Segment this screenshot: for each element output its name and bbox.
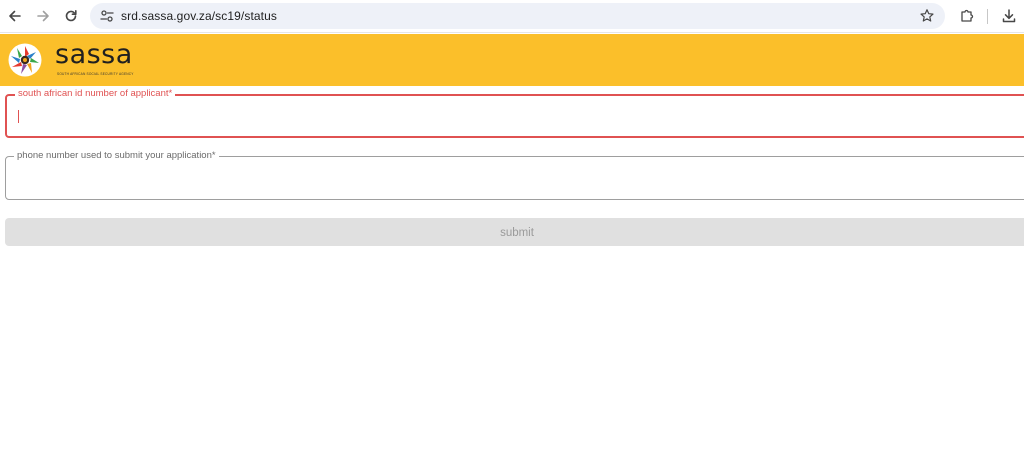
extensions-button[interactable] xyxy=(956,5,978,27)
sassa-logo-icon[interactable] xyxy=(8,43,42,77)
reload-button[interactable] xyxy=(59,4,83,28)
site-header: sassa SOUTH AFRICAN SOCIAL SECURITY AGEN… xyxy=(0,34,1024,86)
url-text[interactable]: srd.sassa.gov.za/sc19/status xyxy=(121,3,277,29)
tune-icon[interactable] xyxy=(99,8,115,24)
id-number-input[interactable] xyxy=(15,102,915,132)
sassa-subtitle: SOUTH AFRICAN SOCIAL SECURITY AGENCY xyxy=(57,72,134,76)
downloads-button[interactable] xyxy=(998,5,1020,27)
submit-button[interactable]: submit xyxy=(5,218,1024,246)
id-number-field[interactable]: south african id number of applicant* xyxy=(5,87,1024,138)
forward-button[interactable] xyxy=(31,4,55,28)
phone-number-label: phone number used to submit your applica… xyxy=(14,149,219,162)
reload-icon xyxy=(65,10,77,22)
text-caret xyxy=(18,110,19,123)
id-number-label: south african id number of applicant* xyxy=(15,87,176,100)
browser-toolbar: srd.sassa.gov.za/sc19/status xyxy=(0,0,1024,33)
toolbar-divider xyxy=(987,9,988,24)
phone-number-input[interactable] xyxy=(14,163,914,193)
back-arrow-icon xyxy=(9,10,21,22)
download-icon xyxy=(1002,9,1016,23)
star-icon[interactable] xyxy=(919,8,935,24)
back-button[interactable] xyxy=(3,4,27,28)
address-bar[interactable]: srd.sassa.gov.za/sc19/status xyxy=(90,3,945,29)
forward-arrow-icon xyxy=(37,10,49,22)
sassa-wordmark: sassa xyxy=(55,39,133,70)
puzzle-icon xyxy=(961,9,974,22)
phone-number-field[interactable]: phone number used to submit your applica… xyxy=(5,149,1024,200)
